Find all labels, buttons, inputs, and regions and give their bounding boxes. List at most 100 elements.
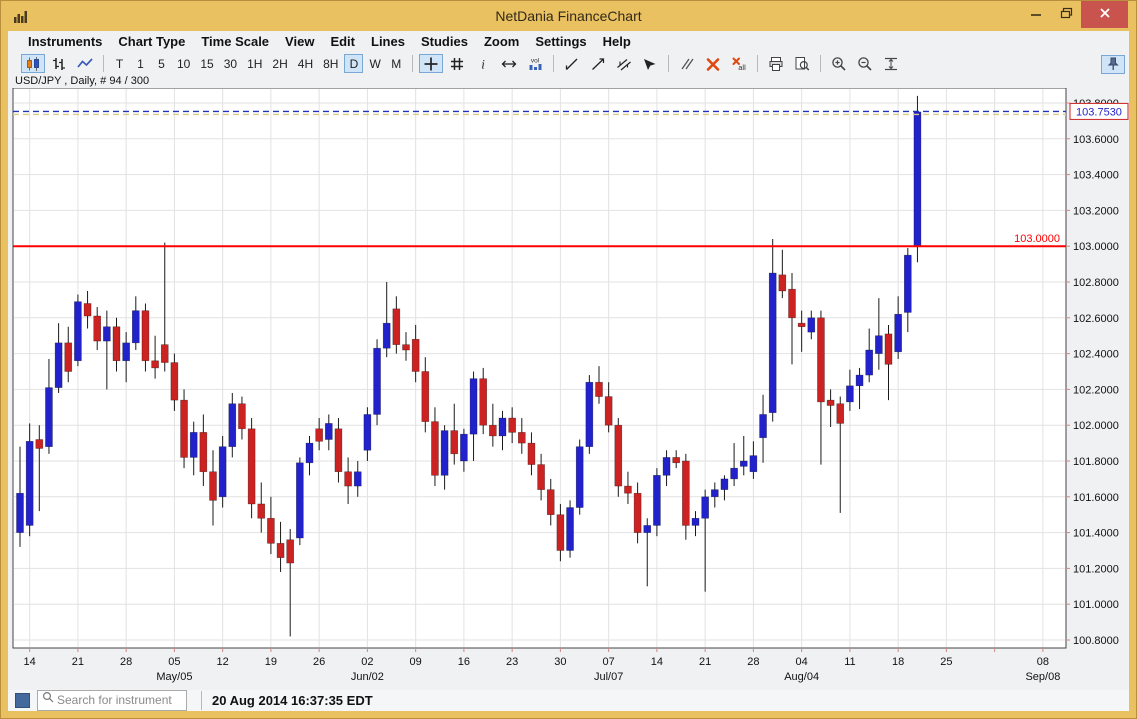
pin-icon bbox=[1105, 56, 1121, 72]
trendline-angle-button[interactable] bbox=[560, 54, 584, 73]
candle-body bbox=[94, 316, 101, 341]
candle-body bbox=[36, 440, 43, 449]
candle-body bbox=[509, 418, 516, 432]
print-button[interactable] bbox=[764, 54, 788, 73]
expand-horizontal-button[interactable] bbox=[497, 54, 521, 73]
candle-body bbox=[171, 363, 178, 401]
candle-body bbox=[914, 112, 921, 246]
search-box[interactable] bbox=[37, 690, 187, 711]
delete-line-button[interactable] bbox=[701, 54, 725, 73]
zoom-in-button[interactable] bbox=[827, 54, 851, 73]
candle-body bbox=[45, 388, 52, 447]
timescale-D-button[interactable]: D bbox=[344, 54, 363, 73]
timescale-M-button[interactable]: M bbox=[387, 54, 406, 73]
candle-body bbox=[528, 443, 535, 464]
parallel-lines-button[interactable] bbox=[675, 54, 699, 73]
delete-all-button[interactable]: all bbox=[727, 54, 751, 73]
volume-button[interactable]: vol bbox=[523, 54, 547, 73]
timescale-4H-button[interactable]: 4H bbox=[294, 54, 317, 73]
zoom-out-button[interactable] bbox=[853, 54, 877, 73]
x-axis-label: 08 bbox=[1037, 656, 1049, 668]
zoom-in-icon bbox=[831, 56, 847, 72]
crosshair-button[interactable] bbox=[419, 54, 443, 73]
svg-text:all: all bbox=[738, 63, 746, 72]
candle-body bbox=[682, 461, 689, 525]
timescale-5-button[interactable]: 5 bbox=[152, 54, 171, 73]
candle-body bbox=[711, 490, 718, 497]
ohlc-bars-button[interactable] bbox=[47, 54, 71, 73]
menu-item-settings[interactable]: Settings bbox=[527, 32, 594, 51]
candle-body bbox=[663, 457, 670, 475]
menu-item-help[interactable]: Help bbox=[595, 32, 639, 51]
y-axis-label: 103.2000 bbox=[1073, 205, 1119, 217]
x-axis-month-label: Jul/07 bbox=[594, 671, 623, 683]
pointer-arrow-button[interactable] bbox=[638, 54, 662, 73]
menu-item-studies[interactable]: Studies bbox=[413, 32, 476, 51]
y-axis-label: 102.0000 bbox=[1073, 420, 1119, 432]
x-axis-label: 14 bbox=[651, 656, 663, 668]
timescale-1H-button[interactable]: 1H bbox=[243, 54, 266, 73]
candlestick-chart[interactable]: 103.8000103.6000103.4000103.2000103.0000… bbox=[8, 88, 1131, 685]
grid-button[interactable] bbox=[445, 54, 469, 73]
info-button[interactable]: i bbox=[471, 54, 495, 73]
candle-body bbox=[200, 432, 207, 471]
candle-body bbox=[866, 350, 873, 375]
maximize-button[interactable] bbox=[1051, 1, 1081, 28]
menu-item-instruments[interactable]: Instruments bbox=[20, 32, 110, 51]
menu-item-view[interactable]: View bbox=[277, 32, 322, 51]
window-controls bbox=[1021, 1, 1128, 28]
y-axis-label: 102.4000 bbox=[1073, 349, 1119, 361]
timescale-W-button[interactable]: W bbox=[365, 54, 384, 73]
toolbar-separator bbox=[757, 55, 758, 72]
parallel-channel-icon bbox=[616, 56, 632, 72]
minimize-button[interactable] bbox=[1021, 1, 1051, 28]
x-axis-label: 21 bbox=[699, 656, 711, 668]
timescale-1-button[interactable]: 1 bbox=[131, 54, 150, 73]
candle-body bbox=[779, 275, 786, 291]
x-axis-label: 25 bbox=[940, 656, 952, 668]
status-square-icon bbox=[15, 693, 30, 708]
candlestick-button[interactable] bbox=[21, 54, 45, 73]
close-button[interactable] bbox=[1081, 1, 1128, 28]
print-preview-icon bbox=[794, 56, 810, 72]
timescale-10-button[interactable]: 10 bbox=[173, 54, 194, 73]
timescale-2H-button[interactable]: 2H bbox=[268, 54, 291, 73]
candle-body bbox=[17, 493, 24, 532]
toolbar-separator bbox=[553, 55, 554, 72]
fit-vertical-button[interactable] bbox=[879, 54, 903, 73]
candle-body bbox=[750, 456, 757, 472]
trendline-angle-icon bbox=[564, 56, 580, 72]
line-chart-button[interactable] bbox=[73, 54, 97, 73]
candle-body bbox=[103, 327, 110, 341]
x-axis-label: 19 bbox=[265, 656, 277, 668]
candle-body bbox=[383, 323, 390, 348]
candle-body bbox=[596, 382, 603, 396]
grid-icon bbox=[449, 56, 465, 72]
trendline-ray-button[interactable] bbox=[586, 54, 610, 73]
menu-item-edit[interactable]: Edit bbox=[322, 32, 363, 51]
timescale-15-button[interactable]: 15 bbox=[196, 54, 217, 73]
x-axis-label: 23 bbox=[506, 656, 518, 668]
timescale-8H-button[interactable]: 8H bbox=[319, 54, 342, 73]
parallel-lines-icon bbox=[679, 56, 695, 72]
parallel-channel-button[interactable] bbox=[612, 54, 636, 73]
y-axis-label: 101.2000 bbox=[1073, 563, 1119, 575]
timescale-30-button[interactable]: 30 bbox=[220, 54, 241, 73]
statusbar-separator bbox=[201, 691, 202, 710]
timescale-T-button[interactable]: T bbox=[110, 54, 129, 73]
menu-item-lines[interactable]: Lines bbox=[363, 32, 413, 51]
menu-item-chart-type[interactable]: Chart Type bbox=[110, 32, 193, 51]
candle-body bbox=[499, 418, 506, 436]
x-axis-label: 14 bbox=[24, 656, 36, 668]
candle-body bbox=[306, 443, 313, 463]
candlestick-icon bbox=[25, 56, 41, 72]
menu-item-zoom[interactable]: Zoom bbox=[476, 32, 527, 51]
y-axis-label: 100.8000 bbox=[1073, 635, 1119, 647]
search-input[interactable] bbox=[55, 692, 182, 708]
print-preview-button[interactable] bbox=[790, 54, 814, 73]
y-axis-label: 101.4000 bbox=[1073, 528, 1119, 540]
candle-body bbox=[26, 441, 33, 525]
candle-body bbox=[277, 543, 284, 557]
pin-button[interactable] bbox=[1101, 55, 1125, 74]
menu-item-time-scale[interactable]: Time Scale bbox=[193, 32, 277, 51]
